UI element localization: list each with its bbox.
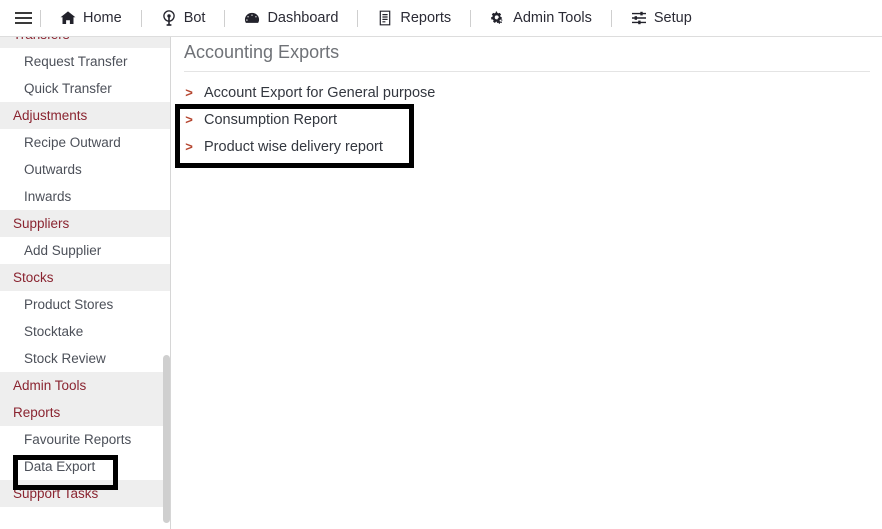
broadcast-tower-icon <box>161 10 177 26</box>
sidebar-item-label: Inwards <box>24 189 72 204</box>
sidebar-group-label: Transfers <box>13 37 70 42</box>
nav-item-dashboard-label: Dashboard <box>267 10 339 26</box>
tachometer-icon <box>244 10 260 26</box>
home-icon <box>60 10 76 26</box>
nav-item-admin-tools-label: Admin Tools <box>513 10 592 26</box>
nav-item-bot-label: Bot <box>183 10 206 26</box>
nav-item-reports-label: Reports <box>400 10 452 26</box>
nav-item-bot[interactable]: Bot <box>142 0 225 36</box>
sidebar-group-admin-tools[interactable]: Admin Tools <box>0 372 170 399</box>
main-content-area: Accounting Exports > Account Export for … <box>172 37 882 529</box>
sidebar-group-transfers[interactable]: Transfers <box>0 37 170 48</box>
sidebar-item-stock-review[interactable]: Stock Review <box>0 345 170 372</box>
sidebar-item-label: Favourite Reports <box>24 432 132 447</box>
hamburger-bar <box>14 22 32 24</box>
chevron-right-icon: > <box>185 85 193 100</box>
sidebar-item-label: Outwards <box>24 162 82 177</box>
nav-item-home-label: Home <box>83 10 122 26</box>
sliders-icon <box>631 10 647 26</box>
sidebar-group-reports[interactable]: Reports <box>0 399 170 426</box>
nav-item-setup-label: Setup <box>653 10 692 26</box>
sidebar-group-support-tasks[interactable]: Support Tasks <box>0 480 170 507</box>
export-item-product-wise-delivery-report[interactable]: > Product wise delivery report <box>184 133 784 160</box>
sidebar-group-suppliers[interactable]: Suppliers <box>0 210 170 237</box>
sidebar-item-request-transfer[interactable]: Request Transfer <box>0 48 170 75</box>
accounting-exports-list: > Account Export for General purpose > C… <box>184 79 784 160</box>
sidebar-group-label: Reports <box>13 405 61 420</box>
sidebar-item-product-stores[interactable]: Product Stores <box>0 291 170 318</box>
gears-icon <box>490 10 506 26</box>
sidebar-scroll-content: Transfers Request Transfer Quick Transfe… <box>0 37 170 507</box>
export-item-account-export-general[interactable]: > Account Export for General purpose <box>184 79 784 106</box>
sidebar-group-label: Stocks <box>13 270 54 285</box>
sidebar-item-label: Product Stores <box>24 297 114 312</box>
top-navbar: Home Bot Dashboard Reports Admin Tools S… <box>0 0 882 37</box>
sidebar-item-inwards[interactable]: Inwards <box>0 183 170 210</box>
sidebar-item-data-export[interactable]: Data Export <box>0 453 170 480</box>
export-item-consumption-report[interactable]: > Consumption Report <box>184 106 784 133</box>
file-document-icon <box>377 10 393 26</box>
sidebar-item-label: Recipe Outward <box>24 135 121 150</box>
sidebar-item-label: Quick Transfer <box>24 81 112 96</box>
nav-item-dashboard[interactable]: Dashboard <box>225 0 357 36</box>
sidebar-item-outwards[interactable]: Outwards <box>0 156 170 183</box>
nav-item-setup[interactable]: Setup <box>612 0 711 36</box>
sidebar-item-label: Add Supplier <box>24 243 102 258</box>
sidebar-scrollbar-thumb[interactable] <box>163 355 170 523</box>
sidebar-group-adjustments[interactable]: Adjustments <box>0 102 170 129</box>
sidebar-group-label: Support Tasks <box>13 486 99 501</box>
nav-item-home[interactable]: Home <box>41 0 141 36</box>
sidebar-group-label: Admin Tools <box>13 378 87 393</box>
sidebar-item-label: Data Export <box>24 459 96 474</box>
sidebar-group-label: Adjustments <box>13 108 88 123</box>
sidebar-item-recipe-outward[interactable]: Recipe Outward <box>0 129 170 156</box>
hamburger-bar <box>14 12 32 14</box>
export-item-label: Consumption Report <box>204 111 337 128</box>
sidebar-group-label: Suppliers <box>13 216 70 231</box>
export-item-label: Product wise delivery report <box>204 138 383 155</box>
nav-item-admin-tools[interactable]: Admin Tools <box>471 0 611 36</box>
left-sidebar-nav: Transfers Request Transfer Quick Transfe… <box>0 37 171 529</box>
sidebar-item-label: Stock Review <box>24 351 106 366</box>
nav-item-reports[interactable]: Reports <box>358 0 470 36</box>
sidebar-item-stocktake[interactable]: Stocktake <box>0 318 170 345</box>
sidebar-item-label: Request Transfer <box>24 54 128 69</box>
sidebar-item-label: Stocktake <box>24 324 84 339</box>
page-title: Accounting Exports <box>184 42 870 72</box>
sidebar-item-add-supplier[interactable]: Add Supplier <box>0 237 170 264</box>
sidebar-item-favourite-reports[interactable]: Favourite Reports <box>0 426 170 453</box>
sidebar-item-quick-transfer[interactable]: Quick Transfer <box>0 75 170 102</box>
sidebar-scrollbar-track[interactable] <box>163 37 170 529</box>
chevron-right-icon: > <box>185 139 193 154</box>
hamburger-bar <box>14 17 32 19</box>
sidebar-group-stocks[interactable]: Stocks <box>0 264 170 291</box>
export-item-label: Account Export for General purpose <box>204 84 436 101</box>
chevron-right-icon: > <box>185 112 193 127</box>
hamburger-menu-icon[interactable] <box>6 0 40 36</box>
